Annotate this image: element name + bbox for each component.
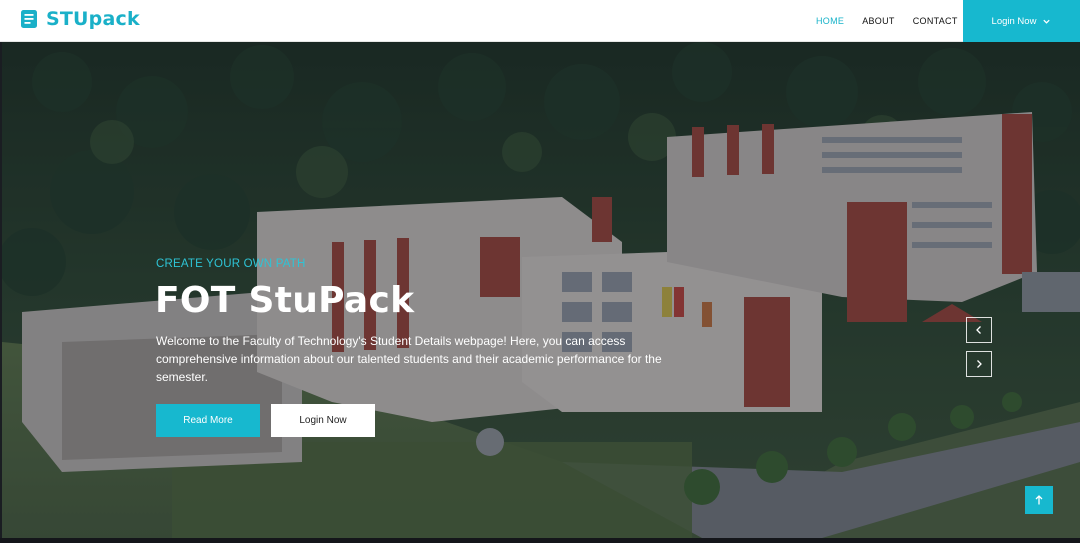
login-dropdown-label: Login Now (991, 15, 1037, 27)
carousel-prev-button[interactable] (966, 317, 992, 343)
chevron-left-icon (976, 326, 981, 334)
nav-contact[interactable]: CONTACT (913, 16, 958, 26)
chevron-down-icon (1043, 19, 1051, 24)
arrow-up-icon (1035, 495, 1043, 505)
nav-links: HOME ABOUT CONTACT (816, 0, 976, 42)
login-dropdown-button[interactable]: Login Now (963, 0, 1080, 42)
brand-name: STUpack (46, 8, 140, 30)
hero-carousel: CREATE YOUR OWN PATH FOT StuPack Welcome… (2, 42, 1080, 538)
hero-tagline: CREATE YOUR OWN PATH (156, 258, 306, 270)
hero-login-button[interactable]: Login Now (271, 404, 375, 437)
nav-home[interactable]: HOME (816, 16, 844, 26)
bottom-edge (0, 538, 1080, 543)
top-navbar: STUpack HOME ABOUT CONTACT Login Now (0, 0, 1080, 42)
brand-logo[interactable]: STUpack (20, 8, 140, 30)
nav-about[interactable]: ABOUT (862, 16, 895, 26)
hero-description: Welcome to the Faculty of Technology's S… (156, 334, 662, 384)
hero-title: FOT StuPack (155, 280, 415, 321)
book-icon (21, 10, 37, 28)
carousel-next-button[interactable] (966, 351, 992, 377)
back-to-top-button[interactable] (1025, 486, 1053, 514)
read-more-button[interactable]: Read More (156, 404, 260, 437)
chevron-right-icon (977, 360, 982, 368)
